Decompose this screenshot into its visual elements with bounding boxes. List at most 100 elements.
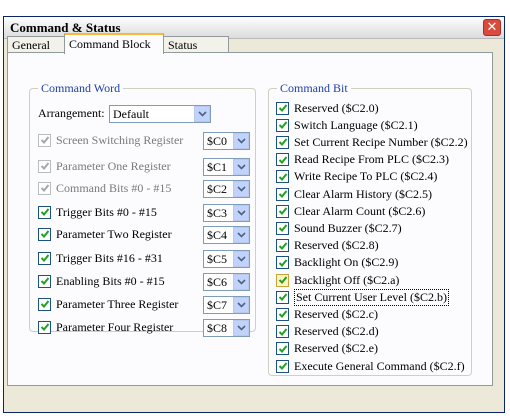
chevron-down-icon[interactable]: [233, 297, 249, 313]
address-value: $C4: [207, 228, 228, 242]
command-word-label: Trigger Bits #0 - #15: [56, 204, 157, 219]
address-value: $C0: [207, 134, 228, 148]
command-bit-label: Execute General Command ($C2.f): [294, 358, 465, 373]
command-bit-label: Sound Buzzer ($C2.7): [294, 220, 402, 235]
command-word-label: Parameter One Register: [56, 158, 171, 173]
address-select[interactable]: $C3: [203, 204, 250, 222]
checkmark-icon: [40, 277, 49, 285]
address-select[interactable]: $C6: [203, 273, 250, 291]
command-word-checkbox[interactable]: [38, 274, 51, 288]
command-bit-checkbox[interactable]: [276, 273, 289, 287]
close-icon: ✕: [486, 20, 498, 35]
command-bit-checkbox[interactable]: [276, 170, 289, 184]
command-word-checkbox[interactable]: [38, 297, 51, 311]
command-bit-checkbox[interactable]: [276, 187, 289, 201]
command-bit-row: Reserved ($C2.0): [276, 99, 379, 117]
address-select[interactable]: $C8: [203, 319, 250, 337]
address-value: $C8: [207, 321, 228, 335]
checkmark-icon: [278, 138, 287, 147]
chevron-down-icon[interactable]: [233, 251, 249, 267]
chevron-down-icon[interactable]: [233, 181, 249, 197]
command-bit-checkbox[interactable]: [276, 325, 289, 339]
checkmark-icon: [40, 254, 49, 262]
address-select[interactable]: $C7: [203, 296, 250, 314]
command-word-label: Enabling Bits #0 - #15: [56, 273, 165, 288]
command-bit-checkbox[interactable]: [276, 239, 289, 253]
address-value: $C5: [207, 252, 228, 266]
command-bit-checkbox[interactable]: [276, 221, 289, 235]
command-bit-checkbox[interactable]: [276, 135, 289, 149]
checkmark-icon: [40, 300, 49, 308]
command-bit-checkbox[interactable]: [276, 307, 289, 321]
command-word-label: Command Bits #0 - #15: [56, 180, 172, 195]
checkmark-icon: [40, 208, 49, 216]
command-word-row: Parameter One Register: [38, 157, 171, 175]
checkmark-icon: [278, 345, 287, 353]
checkmark-icon: [278, 241, 287, 250]
command-bit-checkbox[interactable]: [276, 204, 289, 218]
command-word-label: Parameter Two Register: [56, 226, 172, 241]
chevron-down-icon[interactable]: [233, 133, 249, 149]
command-word-row: Enabling Bits #0 - #15: [38, 272, 165, 290]
checkmark-icon: [278, 276, 287, 284]
command-bit-label: Set Current User Level ($C2.b): [294, 288, 449, 306]
address-select[interactable]: $C2: [203, 180, 250, 198]
command-bit-label: Set Current Recipe Number ($C2.2): [294, 134, 468, 149]
address-value: $C7: [207, 298, 228, 312]
address-select[interactable]: $C5: [203, 250, 250, 268]
command-bit-label: Reserved ($C2.8): [294, 238, 379, 253]
address-value: $C1: [207, 160, 228, 174]
command-bit-label: Clear Alarm History ($C2.5): [294, 186, 432, 201]
chevron-down-icon[interactable]: [233, 227, 249, 243]
checkmark-icon: [278, 293, 287, 302]
command-bit-row: Reserved ($C2.e): [276, 340, 378, 358]
chevron-down-icon[interactable]: [233, 274, 249, 290]
command-word-label: Parameter Three Register: [56, 296, 179, 311]
command-bit-checkbox[interactable]: [276, 118, 289, 132]
close-button[interactable]: ✕: [483, 19, 501, 36]
address-select[interactable]: $C4: [203, 226, 250, 244]
command-bit-label: Read Recipe From PLC ($C2.3): [294, 152, 449, 167]
tab-general[interactable]: General: [7, 36, 65, 53]
command-bit-checkbox[interactable]: [276, 256, 289, 270]
command-word-row: Screen Switching Register: [38, 131, 183, 149]
command-bit-row: Backlight Off ($C2.a): [276, 271, 399, 289]
command-word-row: Trigger Bits #0 - #15: [38, 203, 157, 221]
checkmark-icon: [278, 173, 287, 181]
command-bit-checkbox[interactable]: [276, 153, 289, 167]
command-bit-row: Write Recipe To PLC ($C2.4): [276, 168, 437, 186]
command-word-checkbox: [38, 159, 51, 173]
command-bit-label: Write Recipe To PLC ($C2.4): [294, 169, 438, 184]
command-bit-label: Backlight On ($C2.9): [294, 255, 399, 270]
checkmark-icon: [278, 362, 287, 370]
command-bit-row: Reserved ($C2.d): [276, 323, 379, 341]
address-select[interactable]: $C0: [203, 132, 250, 150]
checkmark-icon: [278, 224, 287, 233]
chevron-down-icon[interactable]: [233, 159, 249, 175]
command-word-checkbox: [38, 133, 51, 147]
command-word-row: Parameter Three Register: [38, 295, 178, 313]
tab-status-word[interactable]: Status Word: [163, 36, 229, 68]
checkmark-icon: [278, 259, 287, 267]
command-word-row: Parameter Two Register: [38, 225, 172, 243]
command-word-checkbox[interactable]: [38, 251, 51, 265]
command-word-checkbox: [38, 181, 51, 195]
command-bit-checkbox[interactable]: [276, 359, 289, 373]
arrangement-value: Default: [113, 107, 149, 121]
command-word-label: Screen Switching Register: [56, 132, 184, 147]
command-word-checkbox[interactable]: [38, 205, 51, 219]
command-bit-checkbox[interactable]: [276, 101, 289, 115]
command-bit-checkbox[interactable]: [276, 290, 289, 304]
command-word-checkbox[interactable]: [38, 320, 51, 334]
chevron-down-icon[interactable]: [194, 106, 210, 122]
command-word-label: Trigger Bits #16 - #31: [56, 250, 163, 265]
command-bit-label: Reserved ($C2.0): [294, 100, 379, 115]
arrangement-select[interactable]: Default: [109, 105, 211, 123]
command-bit-row: Sound Buzzer ($C2.7): [276, 219, 402, 237]
chevron-down-icon[interactable]: [233, 205, 249, 221]
address-select[interactable]: $C1: [203, 158, 250, 176]
command-bit-checkbox[interactable]: [276, 342, 289, 356]
chevron-down-icon[interactable]: [233, 320, 249, 336]
command-word-checkbox[interactable]: [38, 227, 51, 241]
tab-command-block[interactable]: Command Block: [64, 33, 164, 54]
